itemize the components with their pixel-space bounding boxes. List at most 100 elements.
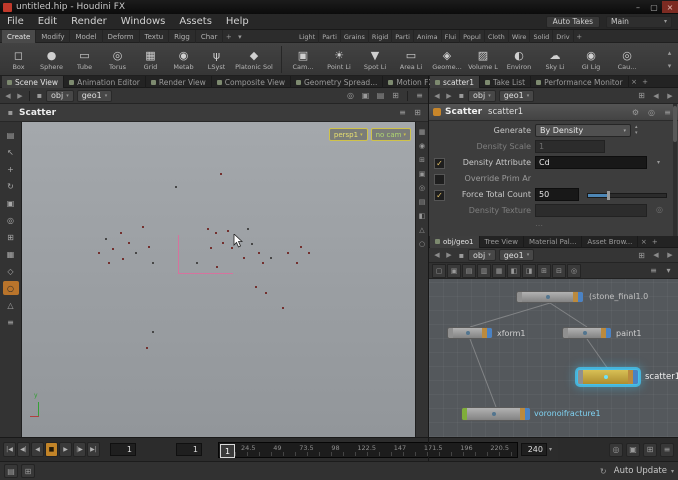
shelf-scroll-down-button[interactable]: ▾ xyxy=(664,60,675,71)
shelf-tab-particlefluids[interactable]: Parti xyxy=(392,30,414,43)
path-node-dropdown[interactable]: geo1 ▾ xyxy=(498,89,535,102)
net-tool-icon-5[interactable]: ◧ xyxy=(507,263,521,278)
pane-tab-geometry-spreadsheet[interactable]: Geometry Spread... xyxy=(291,76,384,88)
maximize-button[interactable]: ▢ xyxy=(646,1,662,13)
play-reverse-button[interactable]: ◀ xyxy=(31,442,44,457)
shelf-tab-grains[interactable]: Grains xyxy=(341,30,369,43)
network-tab-obj-geo1[interactable]: obj/geo1 xyxy=(430,235,480,248)
current-frame-marker[interactable]: 1 xyxy=(220,444,235,458)
path-back-button[interactable]: ◀ xyxy=(2,90,14,102)
path-context-dropdown[interactable]: obj ▾ xyxy=(46,89,74,102)
net-tool-icon-3[interactable]: ▥ xyxy=(477,263,491,278)
slider-knob[interactable] xyxy=(607,191,610,200)
status-list-icon[interactable]: ▤ xyxy=(4,464,18,478)
net-tool-icon-2[interactable]: ▤ xyxy=(462,263,476,278)
stop-button[interactable]: ■ xyxy=(45,442,58,457)
jump-end-button[interactable]: ▶| xyxy=(87,442,100,457)
network-tab-close-button[interactable]: × xyxy=(638,236,649,247)
active-state-tool[interactable]: ○ xyxy=(2,281,19,295)
play-button[interactable]: ▶ xyxy=(59,442,72,457)
shelf-tab-modify[interactable]: Modify xyxy=(36,30,71,43)
tool-area-light[interactable]: ▭ Area Li xyxy=(393,43,429,76)
geometry-tool[interactable]: ◇ xyxy=(3,264,19,278)
display-shaded-icon[interactable]: ▦ xyxy=(417,126,428,138)
display-grid-icon[interactable]: ⊞ xyxy=(417,154,428,166)
pane-tab-take-list[interactable]: Take List xyxy=(480,76,532,88)
path-node-dropdown[interactable]: geo1 ▾ xyxy=(76,89,113,102)
node-body[interactable] xyxy=(522,292,573,302)
menu-file[interactable]: File xyxy=(0,14,31,30)
shelf-tab-create[interactable]: Create xyxy=(2,30,37,43)
op-menu-icon[interactable]: ≡ xyxy=(396,106,409,119)
scene-viewport[interactable]: persp1 ▾ no cam ▾ y xyxy=(22,122,415,437)
node-voronoifracture1[interactable] xyxy=(461,407,531,421)
pager-left-button[interactable]: ◀ xyxy=(650,90,662,102)
pane-tab-animation-editor[interactable]: Animation Editor xyxy=(64,76,146,88)
tool-spot-light[interactable]: ▼ Spot Li xyxy=(357,43,393,76)
display-list-icon[interactable]: ▤ xyxy=(417,196,428,208)
path-forward-button[interactable]: ▶ xyxy=(443,249,455,261)
network-tab-tree-view[interactable]: Tree View xyxy=(480,235,524,248)
tool-grid[interactable]: ▦ Grid xyxy=(134,43,167,76)
scrollbar-thumb[interactable] xyxy=(673,106,677,142)
node-display-flag[interactable] xyxy=(606,328,611,338)
shelf-tab-animation[interactable]: Anima xyxy=(414,30,442,43)
density-attribute-checkbox[interactable]: ✓ xyxy=(434,158,445,169)
status-grid-icon[interactable]: ⊞ xyxy=(21,464,35,478)
shelf-add-tab-button-2[interactable]: + xyxy=(574,31,585,42)
pager-right-button[interactable]: ▶ xyxy=(664,249,676,261)
move-tool[interactable]: + xyxy=(3,162,19,176)
path-context-dropdown[interactable]: obj ▾ xyxy=(468,89,496,102)
network-tab-add-button[interactable]: + xyxy=(649,236,660,247)
shelf-tab-menu-button[interactable]: ▾ xyxy=(234,31,245,42)
close-button[interactable]: × xyxy=(662,1,678,13)
shelf-tab-rigid[interactable]: Rigid xyxy=(369,30,393,43)
shelf-tab-deform[interactable]: Deform xyxy=(103,30,140,43)
display-points-icon[interactable]: ◉ xyxy=(417,140,428,152)
net-quickview-camera-icon[interactable]: ▣ xyxy=(626,442,640,457)
path-forward-button[interactable]: ▶ xyxy=(14,90,26,102)
node-body[interactable] xyxy=(453,328,482,338)
node-stone-final[interactable] xyxy=(516,291,584,303)
display-circle-icon[interactable]: ○ xyxy=(417,238,428,250)
handles-tool[interactable]: ▣ xyxy=(3,196,19,210)
node-display-flag[interactable] xyxy=(487,328,492,338)
menu-edit[interactable]: Edit xyxy=(31,14,64,30)
menu-render[interactable]: Render xyxy=(64,14,114,30)
frame-end-field[interactable]: 240 xyxy=(521,443,547,456)
grid-snap-icon[interactable]: ⊞ xyxy=(389,89,402,102)
tool-point-light[interactable]: ☀ Point Li xyxy=(321,43,357,76)
path-node-dropdown[interactable]: geo1 ▾ xyxy=(498,249,535,261)
net-quickview-grid-icon[interactable]: ⊞ xyxy=(643,442,657,457)
tool-camera[interactable]: ▣ Cam... xyxy=(285,43,321,76)
net-quickview-eye-icon[interactable]: ◎ xyxy=(609,442,623,457)
tool-torus[interactable]: ◎ Torus xyxy=(101,43,134,76)
net-tool-icon-7[interactable]: ⊞ xyxy=(537,263,551,278)
frame-ruler[interactable]: 1 24.5 49 73.5 98 122.5 147 171.5 196 22… xyxy=(218,442,518,458)
gear-icon[interactable]: ⚙ xyxy=(629,106,642,119)
tool-box[interactable]: ◻ Box xyxy=(2,43,35,76)
menu-windows[interactable]: Windows xyxy=(114,14,173,30)
current-frame-field[interactable]: 1 xyxy=(176,443,202,456)
tool-environment-light[interactable]: ◐ Environ xyxy=(501,43,537,76)
grid-icon[interactable]: ⊞ xyxy=(635,249,648,262)
shelf-add-tab-button[interactable]: + xyxy=(223,31,234,42)
node-body[interactable] xyxy=(467,408,520,420)
net-tool-icon-8[interactable]: ⊟ xyxy=(552,263,566,278)
tool-lsystem[interactable]: ψ LSyst xyxy=(200,43,233,76)
update-mode-selector[interactable]: Auto Update xyxy=(614,466,667,476)
rotate-tool[interactable]: ↻ xyxy=(3,179,19,193)
pane-tab-performance-monitor[interactable]: Performance Monitor xyxy=(531,76,629,88)
stepper-down-icon[interactable]: ▾ xyxy=(635,130,638,136)
tool-geometry-light[interactable]: ◈ Geome... xyxy=(429,43,465,76)
shelf-tab-texture[interactable]: Textu xyxy=(140,30,170,43)
menu-assets[interactable]: Assets xyxy=(172,14,219,30)
net-tool-icon-0[interactable]: ▢ xyxy=(432,263,446,278)
network-tab-asset-browser[interactable]: Asset Brow... xyxy=(582,235,639,248)
snap-tool[interactable]: ◎ xyxy=(3,213,19,227)
path-back-button[interactable]: ◀ xyxy=(431,90,443,102)
pane-tab-composite-view[interactable]: Composite View xyxy=(212,76,291,88)
node-display-flag[interactable] xyxy=(578,292,583,302)
display-normals-icon[interactable]: ◎ xyxy=(417,182,428,194)
chevron-down-icon[interactable]: ▾ xyxy=(671,468,674,475)
